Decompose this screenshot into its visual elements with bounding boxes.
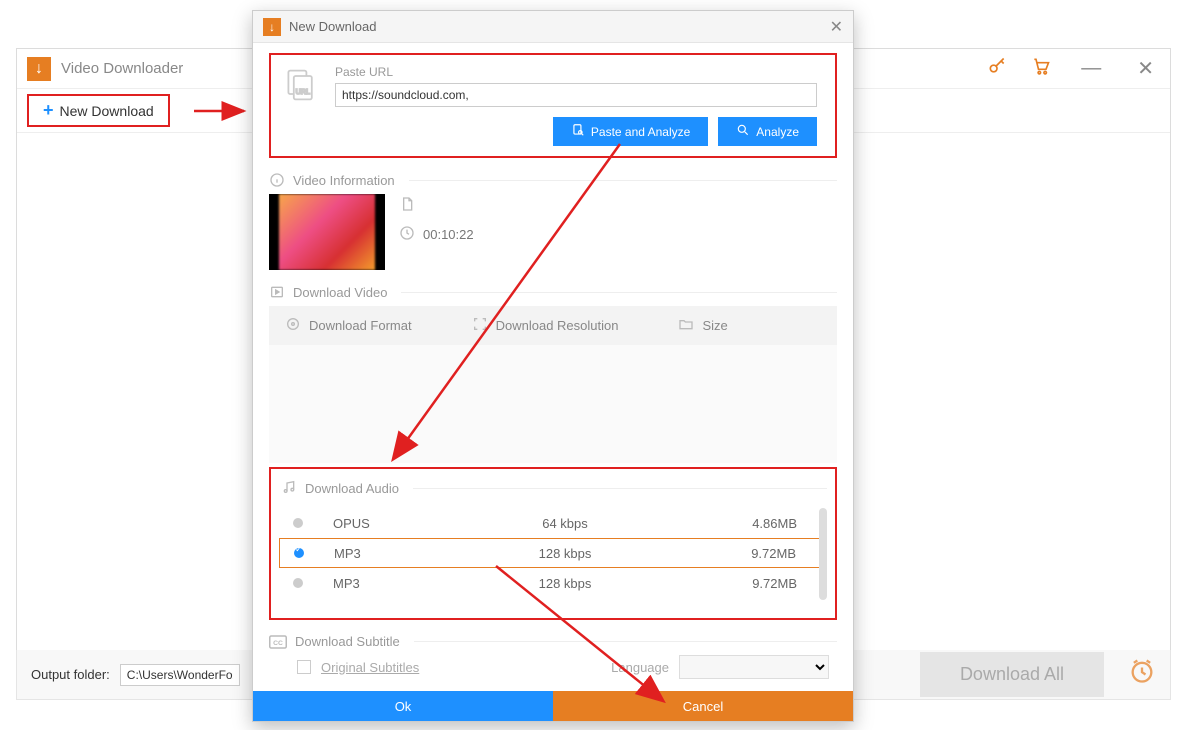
dialog-title: New Download: [289, 19, 376, 34]
plus-icon: +: [43, 100, 54, 121]
paste-and-analyze-button[interactable]: Paste and Analyze: [553, 117, 708, 146]
schedule-icon[interactable]: [1128, 657, 1156, 692]
audio-size: 9.72MB: [677, 576, 797, 591]
dialog-close-button[interactable]: ✕: [830, 17, 843, 37]
paste-analyze-label: Paste and Analyze: [591, 125, 690, 139]
folder-icon: [678, 316, 694, 335]
audio-format: MP3: [334, 546, 454, 561]
svg-text:CC: CC: [273, 640, 283, 647]
audio-format: MP3: [333, 576, 453, 591]
audio-list: OPUS64 kbps4.86MBMP3128 kbps9.72MBMP3128…: [279, 508, 827, 598]
dialog-footer: Ok Cancel: [253, 691, 853, 721]
video-info-row: 00:10:22: [269, 194, 837, 270]
analyze-button[interactable]: Analyze: [718, 117, 817, 146]
close-button[interactable]: ✕: [1131, 56, 1160, 81]
cc-icon: CC: [269, 635, 287, 649]
url-section: URL Paste URL Paste and Analyze Analyze: [269, 53, 837, 158]
original-subtitles-label: Original Subtitles: [321, 660, 419, 675]
output-folder-input[interactable]: [120, 664, 240, 686]
subtitle-row: Original Subtitles Language: [269, 655, 837, 679]
audio-format: OPUS: [333, 516, 453, 531]
audio-bitrate: 128 kbps: [453, 576, 677, 591]
analyze-label: Analyze: [756, 125, 799, 139]
audio-scrollbar[interactable]: [819, 508, 827, 600]
url-files-icon: URL: [281, 65, 321, 105]
video-duration: 00:10:22: [423, 227, 474, 242]
document-icon: [399, 196, 415, 215]
minimize-button[interactable]: —: [1075, 57, 1107, 80]
music-note-icon: [281, 479, 297, 498]
paste-url-label: Paste URL: [335, 65, 817, 79]
col-resolution: Download Resolution: [472, 316, 619, 335]
radio-icon: [293, 578, 303, 588]
video-title: [423, 198, 427, 213]
url-input[interactable]: [335, 83, 817, 107]
video-thumbnail: [269, 194, 385, 270]
new-download-label: New Download: [60, 103, 154, 119]
language-label: Language: [611, 660, 669, 675]
video-info-heading: Video Information: [269, 172, 837, 188]
expand-icon: [472, 316, 488, 335]
key-icon[interactable]: [987, 56, 1007, 81]
audio-bitrate: 64 kbps: [453, 516, 677, 531]
video-duration-line: 00:10:22: [399, 225, 837, 244]
disc-icon: [285, 316, 301, 335]
audio-row[interactable]: OPUS64 kbps4.86MB: [279, 508, 827, 538]
audio-size: 4.86MB: [677, 516, 797, 531]
cart-icon[interactable]: [1031, 56, 1051, 81]
audio-bitrate: 128 kbps: [454, 546, 676, 561]
download-audio-section: Download Audio OPUS64 kbps4.86MBMP3128 k…: [269, 467, 837, 620]
info-icon: [269, 172, 285, 188]
language-select[interactable]: [679, 655, 829, 679]
clock-icon: [399, 225, 415, 244]
cancel-button[interactable]: Cancel: [553, 691, 853, 721]
svg-text:URL: URL: [296, 87, 310, 96]
radio-icon: [294, 548, 304, 558]
col-size: Size: [678, 316, 727, 335]
search-icon: [736, 123, 750, 140]
app-title: Video Downloader: [61, 60, 183, 77]
audio-size: 9.72MB: [676, 546, 796, 561]
dialog-logo-icon: ↓: [263, 18, 281, 36]
new-download-button[interactable]: + New Download: [27, 94, 170, 127]
download-video-empty: [269, 345, 837, 463]
output-folder-label: Output folder:: [31, 667, 110, 682]
app-logo-icon: ↓: [27, 57, 51, 81]
download-all-button[interactable]: Download All: [920, 652, 1104, 697]
download-video-header-bar: Download Format Download Resolution Size: [269, 306, 837, 345]
download-audio-heading: Download Audio: [279, 479, 827, 498]
download-video-heading: Download Video: [269, 284, 837, 300]
radio-icon: [293, 518, 303, 528]
video-title-line: [399, 196, 837, 215]
dialog-titlebar: ↓ New Download ✕: [253, 11, 853, 43]
original-subtitles-checkbox[interactable]: [297, 660, 311, 674]
audio-row[interactable]: MP3128 kbps9.72MB: [279, 568, 827, 598]
download-subtitle-heading: CC Download Subtitle: [269, 634, 837, 649]
video-play-icon: [269, 284, 285, 300]
col-format: Download Format: [285, 316, 412, 335]
audio-row[interactable]: MP3128 kbps9.72MB: [279, 538, 827, 568]
clipboard-search-icon: [571, 123, 585, 140]
ok-button[interactable]: Ok: [253, 691, 553, 721]
new-download-dialog: ↓ New Download ✕ URL Paste URL Paste and…: [252, 10, 854, 722]
